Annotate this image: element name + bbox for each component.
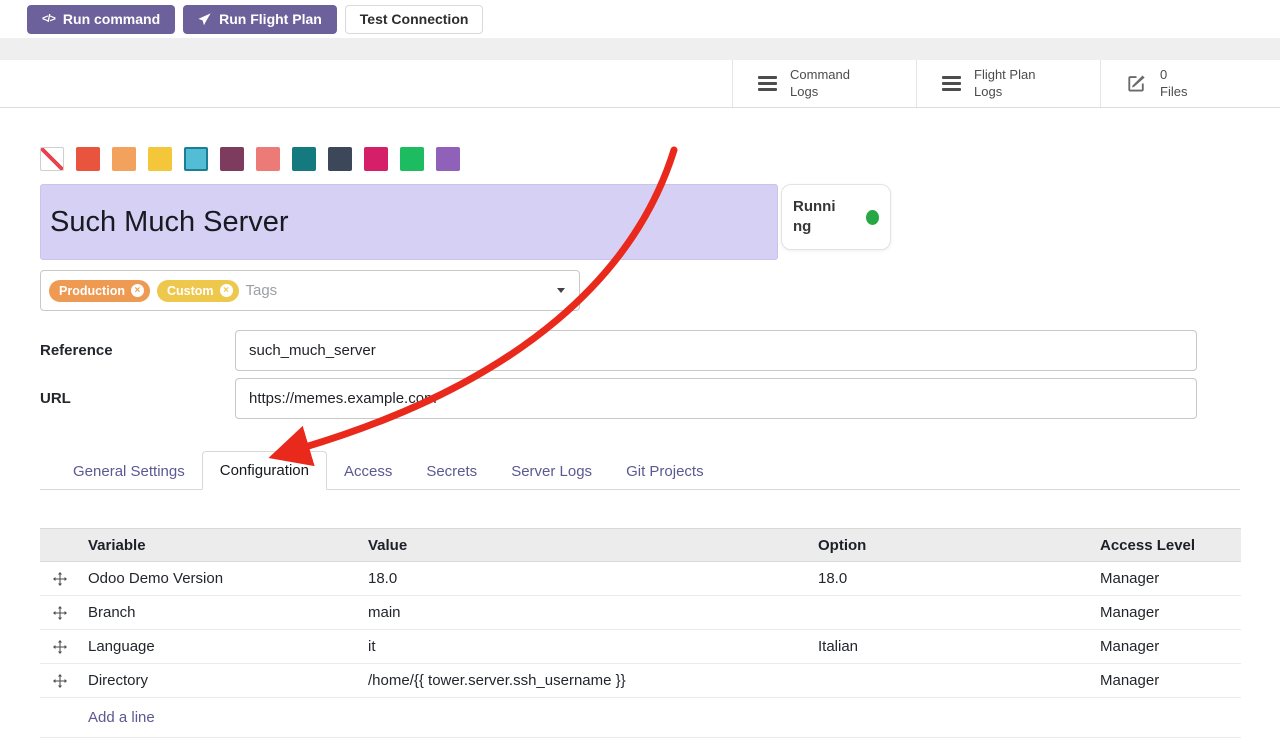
- server-form-page: </> Run command Run Flight Plan Test Con…: [0, 0, 1280, 742]
- cell-access-level[interactable]: Manager: [1092, 604, 1241, 621]
- control-panel: </> Run command Run Flight Plan Test Con…: [0, 0, 1280, 38]
- url-field-row: URL: [40, 378, 1240, 419]
- url-input[interactable]: [235, 378, 1197, 419]
- column-header-option: Option: [810, 537, 1092, 554]
- title-row: Running: [40, 184, 1240, 260]
- paper-plane-icon: [198, 13, 211, 26]
- color-swatch-green[interactable]: [400, 147, 424, 171]
- reference-label: Reference: [40, 342, 235, 359]
- tab-git-projects[interactable]: Git Projects: [609, 453, 721, 490]
- color-swatch-orange[interactable]: [112, 147, 136, 171]
- cell-access-level[interactable]: Manager: [1092, 672, 1241, 689]
- tag-remove-icon[interactable]: ×: [131, 284, 144, 297]
- files-label: Files: [1160, 84, 1244, 101]
- drag-handle-icon[interactable]: [40, 606, 80, 620]
- cell-value[interactable]: main: [360, 604, 810, 621]
- cell-value[interactable]: it: [360, 638, 810, 655]
- files-count: 0: [1160, 67, 1244, 84]
- test-connection-label: Test Connection: [360, 11, 469, 27]
- status-dot-green: [866, 210, 879, 225]
- column-header-access-level: Access Level: [1092, 537, 1241, 554]
- drag-handle-icon[interactable]: [40, 674, 80, 688]
- tab-general-settings[interactable]: General Settings: [56, 453, 202, 490]
- run-flight-plan-button[interactable]: Run Flight Plan: [183, 5, 337, 34]
- cell-variable[interactable]: Directory: [80, 672, 360, 689]
- command-logs-label: Command Logs: [790, 67, 874, 101]
- cell-option[interactable]: Italian: [810, 638, 1092, 655]
- tag-label: Production: [59, 284, 125, 298]
- status-card[interactable]: Running: [781, 184, 891, 250]
- table-row: Odoo Demo Version 18.0 18.0 Manager: [40, 562, 1241, 596]
- column-header-value: Value: [360, 537, 810, 554]
- reference-field-row: Reference: [40, 330, 1240, 371]
- button-box: Command Logs Flight Plan Logs 0 Files: [732, 60, 1280, 107]
- drag-handle-icon[interactable]: [40, 640, 80, 654]
- table-row: Directory /home/{{ tower.server.ssh_user…: [40, 664, 1241, 698]
- list-icon: [758, 76, 777, 91]
- command-logs-button[interactable]: Command Logs: [732, 60, 916, 107]
- files-button[interactable]: 0 Files: [1100, 60, 1280, 107]
- color-swatch-red[interactable]: [76, 147, 100, 171]
- test-connection-button[interactable]: Test Connection: [345, 5, 484, 34]
- color-swatch-no-color[interactable]: [40, 147, 64, 171]
- color-swatch-cyan-selected[interactable]: [184, 147, 208, 171]
- run-flight-plan-label: Run Flight Plan: [219, 11, 322, 27]
- form-header: Command Logs Flight Plan Logs 0 Files: [0, 60, 1280, 108]
- tab-configuration[interactable]: Configuration: [202, 451, 327, 490]
- tag-custom: Custom ×: [157, 280, 239, 302]
- cell-variable[interactable]: Language: [80, 638, 360, 655]
- server-name-input[interactable]: [40, 184, 778, 260]
- code-icon: </>: [42, 13, 55, 25]
- color-swatch-salmon[interactable]: [256, 147, 280, 171]
- status-label: Running: [793, 197, 843, 238]
- color-swatch-yellow[interactable]: [148, 147, 172, 171]
- table-row: Branch main Manager: [40, 596, 1241, 630]
- drag-handle-icon[interactable]: [40, 572, 80, 586]
- url-label: URL: [40, 390, 235, 407]
- tag-production: Production ×: [49, 280, 150, 302]
- cell-access-level[interactable]: Manager: [1092, 570, 1241, 587]
- add-line-row: Add a line: [40, 698, 1241, 738]
- color-swatch-navy[interactable]: [328, 147, 352, 171]
- tab-secrets[interactable]: Secrets: [409, 453, 494, 490]
- flight-plan-logs-label: Flight Plan Logs: [974, 67, 1058, 101]
- cell-value[interactable]: /home/{{ tower.server.ssh_username }}: [360, 672, 810, 689]
- tab-access[interactable]: Access: [327, 453, 409, 490]
- tag-label: Custom: [167, 284, 214, 298]
- tag-remove-icon[interactable]: ×: [220, 284, 233, 297]
- background-strip: [0, 38, 1280, 60]
- variables-table: Variable Value Option Access Level Odoo …: [40, 528, 1241, 738]
- color-swatch-teal[interactable]: [292, 147, 316, 171]
- flight-plan-logs-button[interactable]: Flight Plan Logs: [916, 60, 1100, 107]
- color-palette: [40, 147, 1240, 171]
- color-swatch-plum[interactable]: [220, 147, 244, 171]
- reference-input[interactable]: [235, 330, 1197, 371]
- add-a-line-link[interactable]: Add a line: [88, 709, 155, 726]
- chevron-down-icon: [557, 288, 565, 293]
- notebook-tabs: General Settings Configuration Access Se…: [40, 451, 1240, 490]
- list-icon: [942, 76, 961, 91]
- cell-access-level[interactable]: Manager: [1092, 638, 1241, 655]
- cell-value[interactable]: 18.0: [360, 570, 810, 587]
- color-swatch-magenta[interactable]: [364, 147, 388, 171]
- run-command-label: Run command: [63, 11, 160, 27]
- table-header-row: Variable Value Option Access Level: [40, 528, 1241, 562]
- tab-server-logs[interactable]: Server Logs: [494, 453, 609, 490]
- cell-variable[interactable]: Odoo Demo Version: [80, 570, 360, 587]
- cell-option[interactable]: 18.0: [810, 570, 1092, 587]
- color-swatch-purple[interactable]: [436, 147, 460, 171]
- form-sheet: Running Production × Custom × Tags Refer…: [0, 147, 1280, 738]
- cell-variable[interactable]: Branch: [80, 604, 360, 621]
- tags-select[interactable]: Production × Custom × Tags: [40, 270, 580, 311]
- edit-icon: [1126, 73, 1147, 94]
- run-command-button[interactable]: </> Run command: [27, 5, 175, 34]
- column-header-variable: Variable: [80, 537, 360, 554]
- tags-placeholder: Tags: [246, 282, 278, 299]
- table-row: Language it Italian Manager: [40, 630, 1241, 664]
